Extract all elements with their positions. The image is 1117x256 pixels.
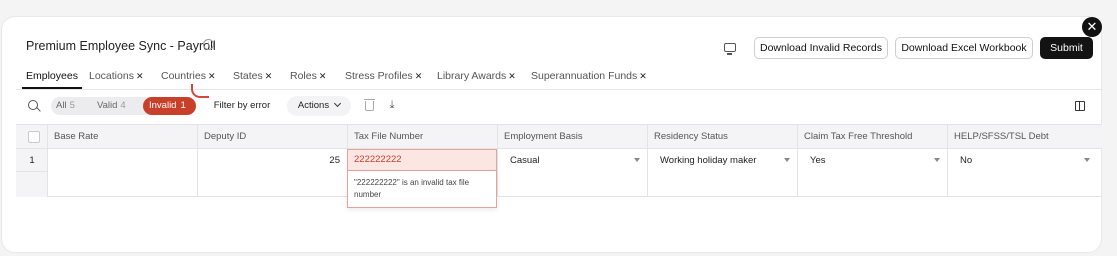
base-rate-cell[interactable] xyxy=(48,149,198,197)
actions-label: Actions xyxy=(297,100,330,111)
employment-basis-cell[interactable]: Casual xyxy=(498,149,648,197)
select-all-checkbox[interactable] xyxy=(28,131,40,143)
download-icon[interactable]: ⤓ xyxy=(387,99,397,111)
filter-all[interactable]: All 5 xyxy=(56,97,75,115)
tab-label: Superannuation Funds xyxy=(531,70,638,82)
column-header[interactable]: Claim Tax Free Threshold xyxy=(798,125,948,149)
filter-all-label: All xyxy=(56,100,67,111)
filter-all-count: 5 xyxy=(69,100,75,111)
active-tab-indicator xyxy=(22,87,82,89)
claim-tax-free-threshold-value: Yes xyxy=(810,155,826,166)
filter-valid-count: 4 xyxy=(120,100,126,111)
annotation-arrow xyxy=(191,84,209,98)
dropdown-caret-icon xyxy=(634,158,640,162)
tab-label: Library Awards xyxy=(437,70,507,82)
tab-locations[interactable]: Locations ✕ xyxy=(89,66,144,88)
screen-icon[interactable] xyxy=(724,43,736,55)
tab-states[interactable]: States ✕ xyxy=(233,66,272,88)
filter-valid-label: Valid xyxy=(97,100,118,111)
dropdown-caret-icon xyxy=(1084,158,1090,162)
download-excel-workbook-button[interactable]: Download Excel Workbook xyxy=(895,37,1033,59)
filter-invalid[interactable]: Invalid 1 xyxy=(143,97,196,115)
filter-valid[interactable]: Valid 4 xyxy=(97,97,126,115)
data-grid: Base Rate Deputy ID Tax File Number Empl… xyxy=(16,124,1102,197)
employment-basis-value: Casual xyxy=(510,155,540,166)
columns-icon[interactable] xyxy=(1075,101,1085,111)
tab-label: Locations xyxy=(89,70,134,82)
download-invalid-records-button[interactable]: Download Invalid Records xyxy=(754,37,888,59)
error-icon: ✕ xyxy=(318,71,327,81)
help-debt-value: No xyxy=(960,155,973,166)
tab-roles[interactable]: Roles ✕ xyxy=(290,66,326,88)
tab-stress-profiles[interactable]: Stress Profiles ✕ xyxy=(345,66,422,88)
error-icon: ✕ xyxy=(264,71,273,81)
residency-status-cell[interactable]: Working holiday maker xyxy=(648,149,798,197)
error-icon: ✕ xyxy=(207,71,216,81)
error-tooltip: "222222222" is an invalid tax file numbe… xyxy=(347,171,497,208)
dropdown-caret-icon xyxy=(784,158,790,162)
tab-label: Employees xyxy=(26,70,78,82)
tab-label: Countries xyxy=(161,70,206,82)
column-header[interactable]: Employment Basis xyxy=(498,125,648,149)
dropdown-caret-icon xyxy=(934,158,940,162)
tab-library-awards[interactable]: Library Awards ✕ xyxy=(437,66,516,88)
error-icon: ✕ xyxy=(639,71,647,81)
trash-icon[interactable] xyxy=(364,99,375,111)
column-header[interactable]: HELP/SFSS/TSL Debt xyxy=(948,125,1102,149)
error-icon: ✕ xyxy=(508,71,516,81)
tab-employees[interactable]: Employees xyxy=(26,66,78,88)
help-debt-cell[interactable]: No xyxy=(948,149,1102,197)
deputy-id-cell[interactable]: 25 xyxy=(198,149,348,197)
row-number[interactable]: 1 xyxy=(16,149,48,172)
select-all-cell xyxy=(16,125,48,149)
filter-invalid-count: 1 xyxy=(180,100,186,111)
submit-button[interactable]: Submit xyxy=(1040,37,1093,59)
tab-divider xyxy=(16,89,1102,90)
info-icon[interactable]: i xyxy=(203,39,214,50)
filter-by-error-button[interactable]: Filter by error xyxy=(207,97,277,115)
error-icon: ✕ xyxy=(414,71,423,81)
column-header[interactable]: Tax File Number xyxy=(348,125,498,149)
error-icon: ✕ xyxy=(135,71,144,81)
tax-file-number-cell[interactable]: 222222222 xyxy=(347,149,497,171)
actions-dropdown[interactable]: Actions xyxy=(287,96,351,116)
tab-superannuation-funds[interactable]: Superannuation Funds ✕ xyxy=(531,66,647,88)
claim-tax-free-threshold-cell[interactable]: Yes xyxy=(798,149,948,197)
filter-invalid-label: Invalid xyxy=(149,100,177,111)
header-row: Base Rate Deputy ID Tax File Number Empl… xyxy=(16,125,1102,149)
deputy-id-value: 25 xyxy=(329,155,340,166)
tab-label: Roles xyxy=(290,70,317,82)
column-header[interactable]: Base Rate xyxy=(48,125,198,149)
chevron-down-icon xyxy=(334,99,342,108)
residency-status-value: Working holiday maker xyxy=(660,155,757,166)
tab-label: States xyxy=(233,70,263,82)
close-icon[interactable]: ✕ xyxy=(1082,17,1102,37)
tab-label: Stress Profiles xyxy=(345,70,413,82)
search-icon[interactable] xyxy=(28,100,38,110)
page-title: Premium Employee Sync - Payroll xyxy=(26,39,216,53)
column-header[interactable]: Deputy ID xyxy=(198,125,348,149)
column-header[interactable]: Residency Status xyxy=(648,125,798,149)
